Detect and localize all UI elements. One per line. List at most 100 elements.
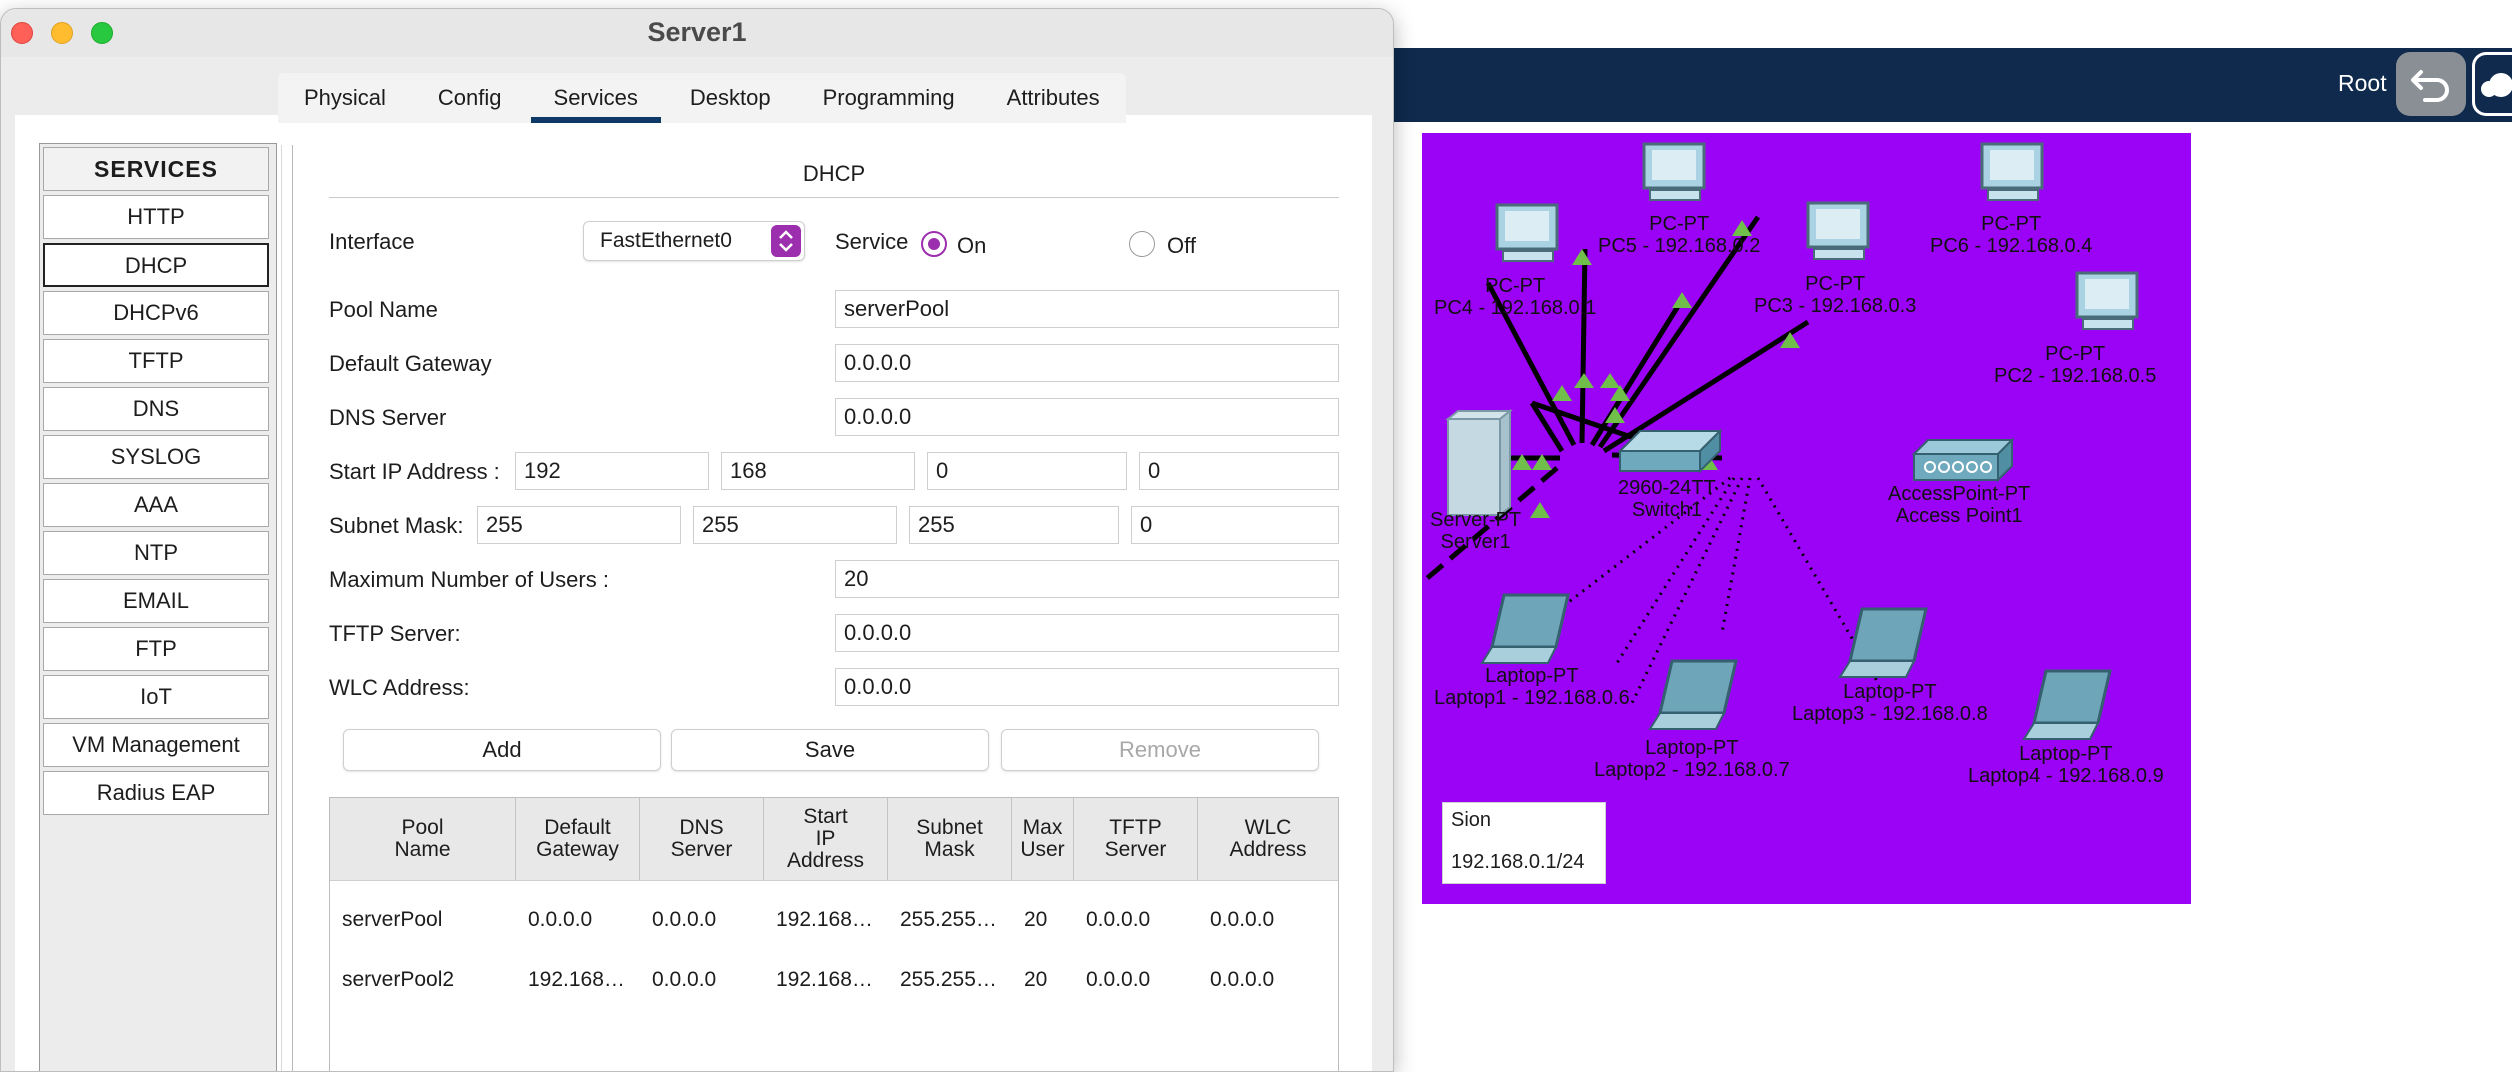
table-cell: 0.0.0.0 xyxy=(1086,968,1151,991)
device-label-pc2: PC-PT PC2 - 192.168.0.5 xyxy=(1994,343,2157,387)
service-radius-eap[interactable]: Radius EAP xyxy=(43,771,269,815)
panel-divider xyxy=(281,145,282,1071)
start-ip-octet-4[interactable]: 0 xyxy=(1139,452,1339,490)
add-button[interactable]: Add xyxy=(343,729,661,771)
start-ip-octet-3[interactable]: 0 xyxy=(927,452,1127,490)
services-list: SERVICES HTTP DHCP DHCPv6 TFTP DNS SYSLO… xyxy=(39,143,277,1071)
dns-server-input[interactable]: 0.0.0.0 xyxy=(835,398,1339,436)
device-label-laptop1: Laptop-PT Laptop1 - 192.168.0.6 xyxy=(1434,665,1630,709)
service-email[interactable]: EMAIL xyxy=(43,579,269,623)
service-on-radio[interactable] xyxy=(921,231,947,257)
service-aaa[interactable]: AAA xyxy=(43,483,269,527)
user-label: Root xyxy=(2338,70,2387,96)
tftp-server-label: TFTP Server: xyxy=(329,621,461,646)
tab-services[interactable]: Services xyxy=(528,73,664,123)
panel-divider xyxy=(292,145,293,1071)
pool-name-input[interactable]: serverPool xyxy=(835,290,1339,328)
tab-config[interactable]: Config xyxy=(412,73,528,123)
device-label-pc5: PC-PT PC5 - 192.168.0.2 xyxy=(1598,213,1761,257)
subnet-mask-octet-1[interactable]: 255 xyxy=(477,506,681,544)
service-tftp[interactable]: TFTP xyxy=(43,339,269,383)
max-users-input[interactable]: 20 xyxy=(835,560,1339,598)
network-note[interactable]: Sion 192.168.0.1/24 xyxy=(1442,802,1606,884)
interface-label: Interface xyxy=(329,229,415,254)
column-header-subnet-mask[interactable]: Subnet Mask xyxy=(888,798,1012,880)
tab-programming[interactable]: Programming xyxy=(797,73,981,123)
start-ip-octet-2[interactable]: 168 xyxy=(721,452,915,490)
undo-button[interactable] xyxy=(2396,52,2466,116)
subnet-mask-octet-2[interactable]: 255 xyxy=(693,506,897,544)
start-ip-label: Start IP Address : xyxy=(329,459,500,484)
column-header-dns-server[interactable]: DNS Server xyxy=(640,798,764,880)
table-cell: 0.0.0.0 xyxy=(1086,908,1151,931)
network-topology-canvas[interactable]: PC-PT PC4 - 192.168.0.1 PC-PT PC5 - 192.16… xyxy=(1422,133,2191,904)
service-dns[interactable]: DNS xyxy=(43,387,269,431)
tab-physical[interactable]: Physical xyxy=(278,73,412,123)
column-header-tftp-server[interactable]: TFTP Server xyxy=(1074,798,1198,880)
section-title: DHCP xyxy=(802,161,866,186)
device-label-laptop2: Laptop-PT Laptop2 - 192.168.0.7 xyxy=(1594,737,1790,781)
table-cell: serverPool xyxy=(342,908,443,931)
table-cell: 0.0.0.0 xyxy=(528,908,593,931)
column-header-max-user[interactable]: Max User xyxy=(1012,798,1074,880)
table-cell: 255.255… xyxy=(900,968,997,991)
service-label: Service xyxy=(835,229,909,254)
server1-window: Server1 SERVICES HTTP DHCP DHCPv6 TFTP D… xyxy=(0,8,1394,1072)
wlc-address-label: WLC Address: xyxy=(329,675,470,700)
service-on-label: On xyxy=(957,233,987,258)
device-label-laptop3: Laptop-PT Laptop3 - 192.168.0.8 xyxy=(1792,681,1988,725)
table-cell: 255.255… xyxy=(900,908,997,931)
undo-icon xyxy=(2411,70,2449,102)
service-off-radio[interactable] xyxy=(1129,231,1155,257)
tab-bar: Physical Config Services Desktop Program… xyxy=(278,73,1126,123)
service-http[interactable]: HTTP xyxy=(43,195,269,239)
tftp-server-input[interactable]: 0.0.0.0 xyxy=(835,614,1339,652)
switch-icon xyxy=(1617,428,1723,474)
subnet-mask-octet-4[interactable]: 0 xyxy=(1131,506,1339,544)
device-label-switch1: 2960-24TT Switch1 xyxy=(1618,477,1716,521)
note-title: Sion xyxy=(1451,809,1492,831)
interface-select[interactable]: FastEthernet0 xyxy=(583,221,805,261)
tab-desktop[interactable]: Desktop xyxy=(664,73,797,123)
title-bar[interactable]: Server1 xyxy=(1,9,1393,57)
service-ftp[interactable]: FTP xyxy=(43,627,269,671)
remove-button[interactable]: Remove xyxy=(1001,729,1319,771)
tab-content: SERVICES HTTP DHCP DHCPv6 TFTP DNS SYSLO… xyxy=(15,115,1372,1071)
subnet-mask-octet-3[interactable]: 255 xyxy=(909,506,1119,544)
subnet-mask-label: Subnet Mask: xyxy=(329,513,464,538)
service-iot[interactable]: IoT xyxy=(43,675,269,719)
service-dhcpv6[interactable]: DHCPv6 xyxy=(43,291,269,335)
table-cell: 0.0.0.0 xyxy=(652,968,717,991)
table-cell: 0.0.0.0 xyxy=(1210,968,1275,991)
save-button[interactable]: Save xyxy=(671,729,989,771)
device-label-ap1: AccessPoint-PT Access Point1 xyxy=(1888,483,2031,527)
default-gateway-label: Default Gateway xyxy=(329,351,492,376)
note-subnet: 192.168.0.1/24 xyxy=(1451,851,1585,873)
column-header-pool-name[interactable]: Pool Name xyxy=(330,798,516,880)
window-title: Server1 xyxy=(647,17,747,47)
table-cell: 192.168… xyxy=(776,968,873,991)
table-cell: 20 xyxy=(1024,968,1048,991)
table-cell: serverPool2 xyxy=(342,968,455,991)
pool-name-label: Pool Name xyxy=(329,297,438,322)
services-header: SERVICES xyxy=(43,147,269,191)
service-vm-management[interactable]: VM Management xyxy=(43,723,269,767)
device-label-pc6: PC-PT PC6 - 192.168.0.4 xyxy=(1930,213,2093,257)
service-dhcp[interactable]: DHCP xyxy=(43,243,269,287)
start-ip-octet-1[interactable]: 192 xyxy=(515,452,709,490)
tab-attributes[interactable]: Attributes xyxy=(981,73,1126,123)
column-header-start-ip[interactable]: Start IP Address xyxy=(764,798,888,880)
dns-server-label: DNS Server xyxy=(329,405,447,430)
service-off-label: Off xyxy=(1167,233,1196,258)
device-label-pc3: PC-PT PC3 - 192.168.0.3 xyxy=(1754,273,1917,317)
service-ntp[interactable]: NTP xyxy=(43,531,269,575)
table-header: Pool Name Default Gateway DNS Server Start I… xyxy=(330,798,1338,881)
device-label-server1: Server-PT Server1 xyxy=(1430,509,1522,553)
column-header-default-gateway[interactable]: Default Gateway xyxy=(516,798,640,880)
service-syslog[interactable]: SYSLOG xyxy=(43,435,269,479)
default-gateway-input[interactable]: 0.0.0.0 xyxy=(835,344,1339,382)
column-header-wlc-address[interactable]: WLC Address xyxy=(1198,798,1338,880)
select-chevron-icon xyxy=(771,225,801,257)
cloud-button[interactable] xyxy=(2472,52,2512,116)
wlc-address-input[interactable]: 0.0.0.0 xyxy=(835,668,1339,706)
